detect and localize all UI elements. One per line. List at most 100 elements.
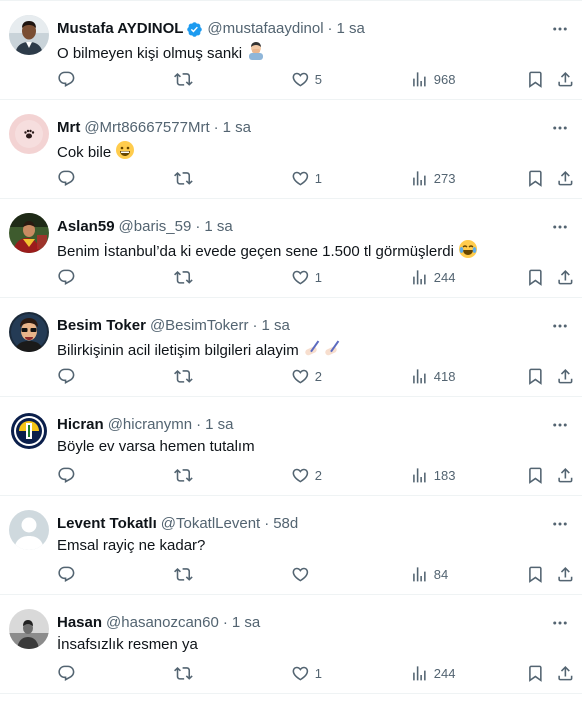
user-handle[interactable]: @baris_59 [119, 217, 192, 237]
bookmark-button[interactable] [526, 69, 545, 89]
heart-icon [291, 367, 310, 386]
views-button[interactable]: 244 [410, 267, 455, 287]
avatar[interactable] [9, 510, 49, 550]
reply-item[interactable]: Hicran @hicranymn · 1 sa Böyle ev varsa … [0, 397, 582, 496]
avatar[interactable] [9, 609, 49, 649]
timestamp[interactable]: 1 sa [262, 316, 290, 336]
share-button[interactable] [556, 564, 575, 584]
more-options-icon[interactable] [550, 514, 570, 534]
user-handle[interactable]: @hasanozcan60 [106, 613, 219, 633]
display-name[interactable]: Mrt [57, 118, 80, 138]
display-name[interactable]: Mustafa AYDINOL [57, 19, 183, 39]
more-options-icon[interactable] [550, 415, 570, 435]
retweet-button[interactable] [174, 267, 198, 287]
retweet-button[interactable] [174, 663, 198, 683]
retweet-icon [174, 664, 193, 683]
views-button[interactable]: 418 [410, 366, 455, 386]
reply-item[interactable]: Besim Toker @BesimTokerr · 1 sa Bilirkiş… [0, 298, 582, 397]
display-name[interactable]: Levent Tokatlı [57, 514, 157, 534]
retweet-button[interactable] [174, 564, 198, 584]
action-bar: 2 418 [0, 366, 582, 386]
views-button[interactable]: 968 [410, 69, 455, 89]
reply-button[interactable] [57, 366, 81, 386]
reply-button[interactable] [57, 564, 81, 584]
reply-button[interactable] [57, 663, 81, 683]
heart-icon [291, 664, 310, 683]
share-button[interactable] [556, 168, 575, 188]
more-options-icon[interactable] [550, 613, 570, 633]
separator-dot: · [264, 515, 270, 532]
reply-button[interactable] [57, 168, 81, 188]
bookmark-button[interactable] [526, 663, 545, 683]
timestamp[interactable]: 1 sa [337, 19, 365, 39]
timestamp[interactable]: 1 sa [205, 415, 233, 435]
reply-text-content: Bilirkişinin acil iletişim bilgileri ala… [57, 342, 299, 359]
timestamp[interactable]: 58d [273, 514, 298, 534]
user-handle[interactable]: @hicranymn [108, 415, 192, 435]
bookmark-button[interactable] [526, 564, 545, 584]
avatar[interactable] [9, 213, 49, 253]
like-button[interactable]: 5 [291, 69, 322, 89]
share-button[interactable] [556, 465, 575, 485]
heart-icon [291, 565, 310, 584]
person-facepalming-emoji-icon [246, 42, 266, 62]
share-button[interactable] [556, 69, 575, 89]
display-name[interactable]: Hicran [57, 415, 104, 435]
reply-header: Aslan59 @baris_59 · 1 sa [57, 217, 542, 237]
views-button[interactable]: 244 [410, 663, 455, 683]
bookmark-button[interactable] [526, 465, 545, 485]
more-options-icon[interactable] [550, 19, 570, 39]
more-options-icon[interactable] [550, 217, 570, 237]
user-handle[interactable]: @mustafaaydinol [207, 19, 323, 39]
reply-item[interactable]: Hasan @hasanozcan60 · 1 sa İnsafsızlık r… [0, 595, 582, 694]
bookmark-button[interactable] [526, 366, 545, 386]
more-options-icon[interactable] [550, 316, 570, 336]
share-button[interactable] [556, 366, 575, 386]
views-button[interactable]: 183 [410, 465, 455, 485]
avatar[interactable] [9, 114, 49, 154]
like-button[interactable]: 1 [291, 663, 322, 683]
views-count: 84 [433, 566, 449, 582]
timestamp[interactable]: 1 sa [232, 613, 260, 633]
grinning-face-emoji-icon [115, 141, 135, 161]
retweet-button[interactable] [174, 168, 198, 188]
timestamp[interactable]: 1 sa [223, 118, 251, 138]
bookmark-button[interactable] [526, 168, 545, 188]
user-handle[interactable]: @BesimTokerr [150, 316, 249, 336]
display-name[interactable]: Besim Toker [57, 316, 146, 336]
timestamp[interactable]: 1 sa [204, 217, 232, 237]
reply-item[interactable]: Mustafa AYDINOL @mustafaaydinol · 1 sa O… [0, 1, 582, 100]
heart-icon [291, 466, 310, 485]
avatar[interactable] [9, 411, 49, 451]
share-button[interactable] [556, 267, 575, 287]
retweet-icon [174, 169, 193, 188]
like-button[interactable]: 2 [291, 465, 322, 485]
share-icon [556, 70, 575, 89]
more-options-icon[interactable] [550, 118, 570, 138]
avatar[interactable] [9, 15, 49, 55]
retweet-button[interactable] [174, 465, 198, 485]
views-button[interactable]: 273 [410, 168, 455, 188]
reply-button[interactable] [57, 267, 81, 287]
reply-item[interactable]: Mrt @Mrt86667577Mrt · 1 sa Cok bile 1 27… [0, 100, 582, 199]
display-name[interactable]: Aslan59 [57, 217, 115, 237]
reply-header: Mrt @Mrt86667577Mrt · 1 sa [57, 118, 542, 138]
user-handle[interactable]: @TokatlLevent [161, 514, 260, 534]
views-button[interactable]: 84 [410, 564, 448, 584]
retweet-button[interactable] [174, 69, 198, 89]
reply-item[interactable]: Levent Tokatlı @TokatlLevent · 58d Emsal… [0, 496, 582, 595]
avatar[interactable] [9, 312, 49, 352]
bookmark-button[interactable] [526, 267, 545, 287]
display-name[interactable]: Hasan [57, 613, 102, 633]
retweet-button[interactable] [174, 366, 198, 386]
reply-button[interactable] [57, 69, 81, 89]
like-button[interactable]: 2 [291, 366, 322, 386]
like-button[interactable]: 1 [291, 168, 322, 188]
like-button[interactable] [291, 564, 315, 584]
separator-dot: · [327, 20, 333, 37]
reply-button[interactable] [57, 465, 81, 485]
like-button[interactable]: 1 [291, 267, 322, 287]
user-handle[interactable]: @Mrt86667577Mrt [84, 118, 209, 138]
share-button[interactable] [556, 663, 575, 683]
reply-item[interactable]: Aslan59 @baris_59 · 1 sa Benim İstanbul’… [0, 199, 582, 298]
